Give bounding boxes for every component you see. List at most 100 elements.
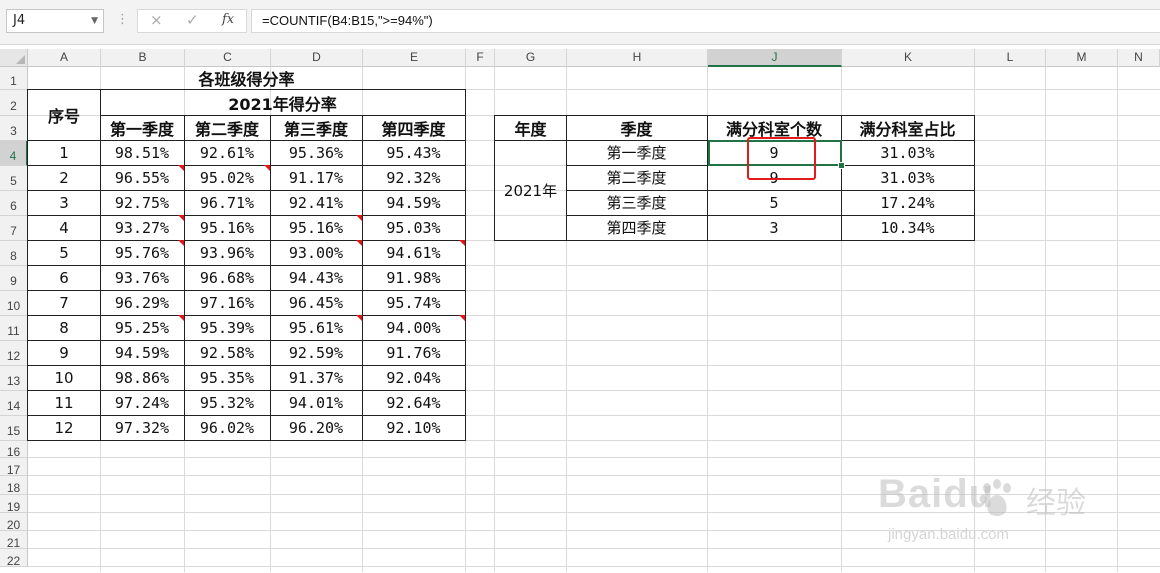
rate-cell[interactable]: 92.58% — [184, 340, 271, 366]
column-header-m[interactable]: M — [1046, 49, 1118, 67]
rate-cell[interactable]: 96.20% — [270, 415, 363, 441]
rate-cell[interactable]: 96.02% — [184, 415, 271, 441]
fill-handle[interactable] — [838, 162, 845, 169]
summary-quarter-cell[interactable]: 第三季度 — [566, 190, 708, 216]
rate-cell[interactable]: 93.27% — [100, 215, 185, 241]
column-header-j[interactable]: J — [708, 49, 842, 67]
row-header-1[interactable]: 1 — [0, 67, 28, 90]
column-header-h[interactable]: H — [567, 49, 708, 67]
rate-cell[interactable]: 92.64% — [362, 390, 466, 416]
seq-cell[interactable]: 11 — [27, 390, 101, 416]
column-header-l[interactable]: L — [975, 49, 1046, 67]
seq-cell[interactable]: 10 — [27, 365, 101, 391]
summary-header-2[interactable]: 季度 — [566, 115, 708, 141]
rate-cell[interactable]: 95.35% — [184, 365, 271, 391]
rate-cell[interactable]: 92.04% — [362, 365, 466, 391]
row-header-21[interactable]: 21 — [0, 531, 28, 550]
seq-cell[interactable]: 1 — [27, 140, 101, 166]
rate-cell[interactable]: 93.96% — [184, 240, 271, 266]
rate-cell[interactable]: 92.41% — [270, 190, 363, 216]
rate-cell[interactable]: 93.00% — [270, 240, 363, 266]
row-header-22[interactable]: 22 — [0, 549, 28, 568]
rate-cell[interactable]: 96.68% — [184, 265, 271, 291]
rate-cell[interactable]: 91.17% — [270, 165, 363, 191]
rate-cell[interactable]: 94.61% — [362, 240, 466, 266]
rate-cell[interactable]: 91.76% — [362, 340, 466, 366]
rate-cell[interactable]: 91.37% — [270, 365, 363, 391]
rate-cell[interactable]: 97.16% — [184, 290, 271, 316]
header-year-rate[interactable]: 2021年得分率 — [100, 89, 466, 116]
rate-cell[interactable]: 95.03% — [362, 215, 466, 241]
row-header-4[interactable]: 4 — [0, 141, 28, 166]
summary-ratio-cell[interactable]: 10.34% — [841, 215, 975, 241]
rate-cell[interactable]: 95.39% — [184, 315, 271, 341]
rate-cell[interactable]: 96.55% — [100, 165, 185, 191]
sheet-title[interactable]: 各班级得分率 — [27, 66, 466, 90]
header-quarter-1[interactable]: 第一季度 — [100, 115, 185, 141]
rate-cell[interactable]: 98.86% — [100, 365, 185, 391]
comment-indicator[interactable] — [178, 215, 184, 221]
comment-indicator[interactable] — [356, 240, 362, 246]
summary-quarter-cell[interactable]: 第四季度 — [566, 215, 708, 241]
comment-indicator[interactable] — [178, 165, 184, 171]
header-quarter-3[interactable]: 第三季度 — [270, 115, 363, 141]
header-seq[interactable]: 序号 — [27, 89, 101, 141]
summary-quarter-cell[interactable]: 第一季度 — [566, 140, 708, 166]
row-header-19[interactable]: 19 — [0, 495, 28, 514]
comment-indicator[interactable] — [356, 315, 362, 321]
row-header-14[interactable]: 14 — [0, 391, 28, 416]
column-header-n[interactable]: N — [1118, 49, 1160, 67]
rate-cell[interactable]: 98.51% — [100, 140, 185, 166]
rate-cell[interactable]: 92.59% — [270, 340, 363, 366]
rate-cell[interactable]: 92.75% — [100, 190, 185, 216]
row-header-3[interactable]: 3 — [0, 116, 28, 141]
header-quarter-4[interactable]: 第四季度 — [362, 115, 466, 141]
rate-cell[interactable]: 94.59% — [100, 340, 185, 366]
comment-indicator[interactable] — [356, 215, 362, 221]
rate-cell[interactable]: 94.01% — [270, 390, 363, 416]
row-header-18[interactable]: 18 — [0, 476, 28, 495]
row-header-8[interactable]: 8 — [0, 241, 28, 266]
row-header-6[interactable]: 6 — [0, 191, 28, 216]
column-header-d[interactable]: D — [271, 49, 363, 67]
rate-cell[interactable]: 96.29% — [100, 290, 185, 316]
summary-quarter-cell[interactable]: 第二季度 — [566, 165, 708, 191]
summary-header-4[interactable]: 满分科室占比 — [841, 115, 975, 141]
comment-indicator[interactable] — [264, 165, 270, 171]
column-header-g[interactable]: G — [495, 49, 567, 67]
comment-indicator[interactable] — [178, 240, 184, 246]
column-header-b[interactable]: B — [101, 49, 185, 67]
summary-year-cell[interactable]: 2021年 — [494, 140, 567, 241]
rate-cell[interactable]: 92.32% — [362, 165, 466, 191]
rate-cell[interactable]: 95.76% — [100, 240, 185, 266]
comment-indicator[interactable] — [459, 240, 465, 246]
column-header-e[interactable]: E — [363, 49, 466, 67]
row-header-16[interactable]: 16 — [0, 441, 28, 459]
rate-cell[interactable]: 94.59% — [362, 190, 466, 216]
rate-cell[interactable]: 94.00% — [362, 315, 466, 341]
seq-cell[interactable]: 5 — [27, 240, 101, 266]
seq-cell[interactable]: 3 — [27, 190, 101, 216]
seq-cell[interactable]: 8 — [27, 315, 101, 341]
seq-cell[interactable]: 6 — [27, 265, 101, 291]
header-quarter-2[interactable]: 第二季度 — [184, 115, 271, 141]
rate-cell[interactable]: 92.61% — [184, 140, 271, 166]
row-header-20[interactable]: 20 — [0, 513, 28, 532]
row-header-7[interactable]: 7 — [0, 216, 28, 241]
row-header-12[interactable]: 12 — [0, 341, 28, 366]
rate-cell[interactable]: 95.74% — [362, 290, 466, 316]
column-header-a[interactable]: A — [28, 49, 101, 67]
select-all-corner[interactable] — [0, 49, 28, 67]
comment-indicator[interactable] — [178, 315, 184, 321]
rate-cell[interactable]: 95.16% — [184, 215, 271, 241]
summary-ratio-cell[interactable]: 17.24% — [841, 190, 975, 216]
row-header-13[interactable]: 13 — [0, 366, 28, 391]
summary-count-cell[interactable]: 5 — [707, 190, 842, 216]
row-header-15[interactable]: 15 — [0, 416, 28, 441]
rate-cell[interactable]: 95.43% — [362, 140, 466, 166]
summary-ratio-cell[interactable]: 31.03% — [841, 165, 975, 191]
seq-cell[interactable]: 12 — [27, 415, 101, 441]
rate-cell[interactable]: 95.25% — [100, 315, 185, 341]
rate-cell[interactable]: 94.43% — [270, 265, 363, 291]
rate-cell[interactable]: 95.36% — [270, 140, 363, 166]
